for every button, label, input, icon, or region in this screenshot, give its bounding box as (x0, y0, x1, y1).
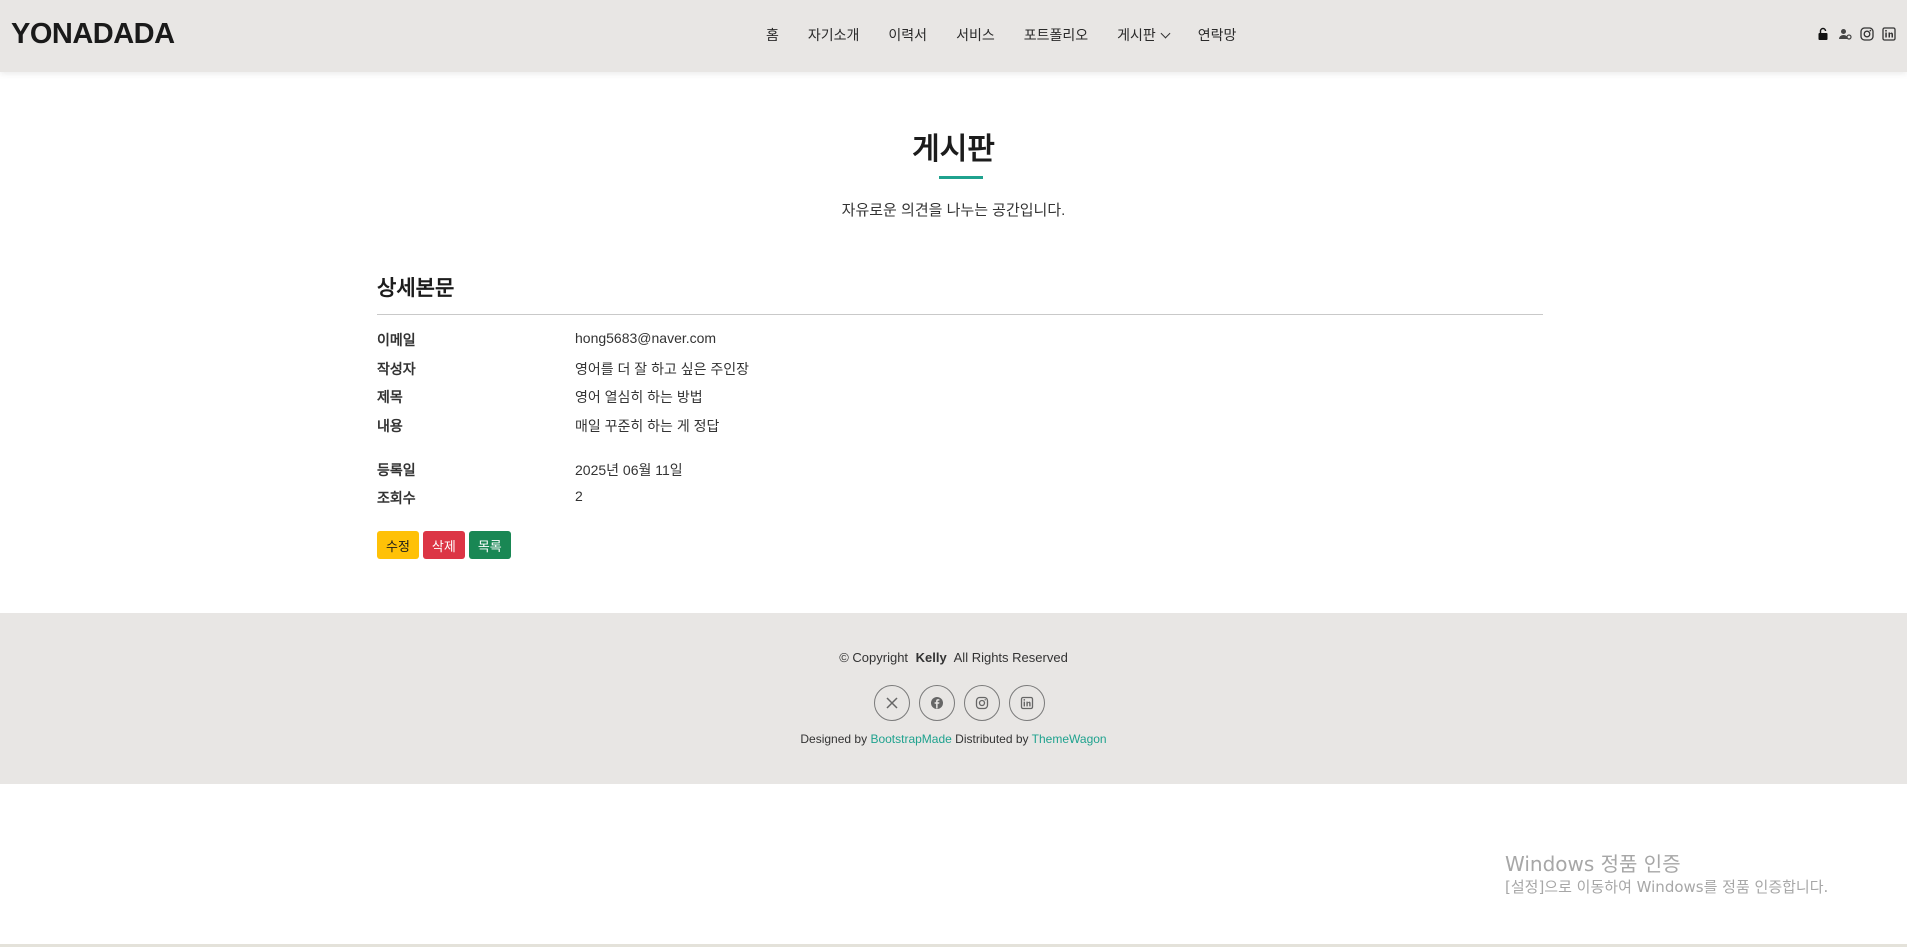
field-value: 2025년 06월 11일 (575, 462, 683, 478)
windows-activation-message: [설정]으로 이동하여 Windows를 정품 인증합니다. (1505, 878, 1829, 896)
nav-portfolio[interactable]: 포트폴리오 (1024, 25, 1088, 45)
footer-credits: Designed by BootstrapMade Distributed by… (0, 732, 1907, 746)
field-value: 2 (575, 488, 583, 504)
linkedin-icon[interactable] (1009, 685, 1045, 721)
user-settings-icon[interactable] (1838, 27, 1852, 41)
copyright: © Copyright Kelly All Rights Reserved (0, 650, 1907, 665)
list-button[interactable]: 목록 (468, 531, 511, 559)
nav-home[interactable]: 홈 (766, 25, 779, 45)
field-value: hong5683@naver.com (575, 330, 717, 346)
nav-services[interactable]: 서비스 (956, 25, 995, 45)
field-label: 제목 (377, 389, 403, 405)
delete-button[interactable]: 삭제 (422, 531, 465, 559)
instagram-icon[interactable] (964, 685, 1000, 721)
unlock-icon[interactable] (1816, 27, 1830, 41)
page-subtitle: 자유로운 의견을 나누는 공간입니다. (841, 202, 1066, 219)
nav-about[interactable]: 자기소개 (808, 25, 860, 45)
field-label: 이메일 (377, 332, 416, 348)
nav-resume[interactable]: 이력서 (888, 25, 927, 45)
site-footer: © Copyright Kelly All Rights Reserved De… (0, 613, 1907, 784)
copyright-prefix: © Copyright (839, 650, 909, 665)
nav-contact[interactable]: 연락망 (1198, 25, 1237, 45)
section-title: 상세본문 (377, 277, 455, 300)
distributed-by-label: Distributed by (955, 732, 1029, 746)
site-logo[interactable]: YONADADA (11, 18, 175, 51)
page-title: 게시판 (912, 133, 995, 166)
field-label: 등록일 (377, 462, 416, 478)
field-label: 작성자 (377, 361, 416, 377)
x-icon[interactable] (874, 685, 910, 721)
facebook-icon[interactable] (919, 685, 955, 721)
field-value: 매일 꾸준히 하는 게 정답 (575, 418, 720, 434)
field-label: 조회수 (377, 490, 416, 506)
nav-board[interactable]: 게시판 (1117, 25, 1171, 45)
action-buttons: 수정 삭제 목록 (377, 531, 511, 559)
field-label: 내용 (377, 418, 403, 434)
edit-button[interactable]: 수정 (377, 531, 419, 559)
bootstrapmade-link[interactable]: BootstrapMade (870, 732, 951, 746)
windows-activation-title: Windows 정품 인증 (1505, 852, 1681, 876)
designed-by-label: Designed by (800, 732, 868, 746)
site-header: YONADADA 홈 자기소개 이력서 서비스 포트폴리오 게시판 연락망 (0, 0, 1907, 72)
section-divider (377, 314, 1543, 315)
field-value: 영어를 더 잘 하고 싶은 주인장 (575, 361, 750, 377)
social-links (874, 685, 1045, 721)
nav-board-label: 게시판 (1117, 27, 1156, 43)
title-underline (939, 176, 983, 179)
field-value: 영어 열심히 하는 방법 (575, 389, 703, 405)
copyright-suffix: All Rights Reserved (953, 650, 1068, 665)
main-nav: 홈 자기소개 이력서 서비스 포트폴리오 게시판 연락망 (766, 25, 1265, 45)
instagram-icon[interactable] (1860, 27, 1874, 41)
themewagon-link[interactable]: ThemeWagon (1032, 732, 1107, 746)
linkedin-icon[interactable] (1882, 27, 1896, 41)
chevron-down-icon (1160, 28, 1171, 38)
header-icons (1816, 27, 1896, 41)
copyright-name: Kelly (915, 650, 947, 665)
